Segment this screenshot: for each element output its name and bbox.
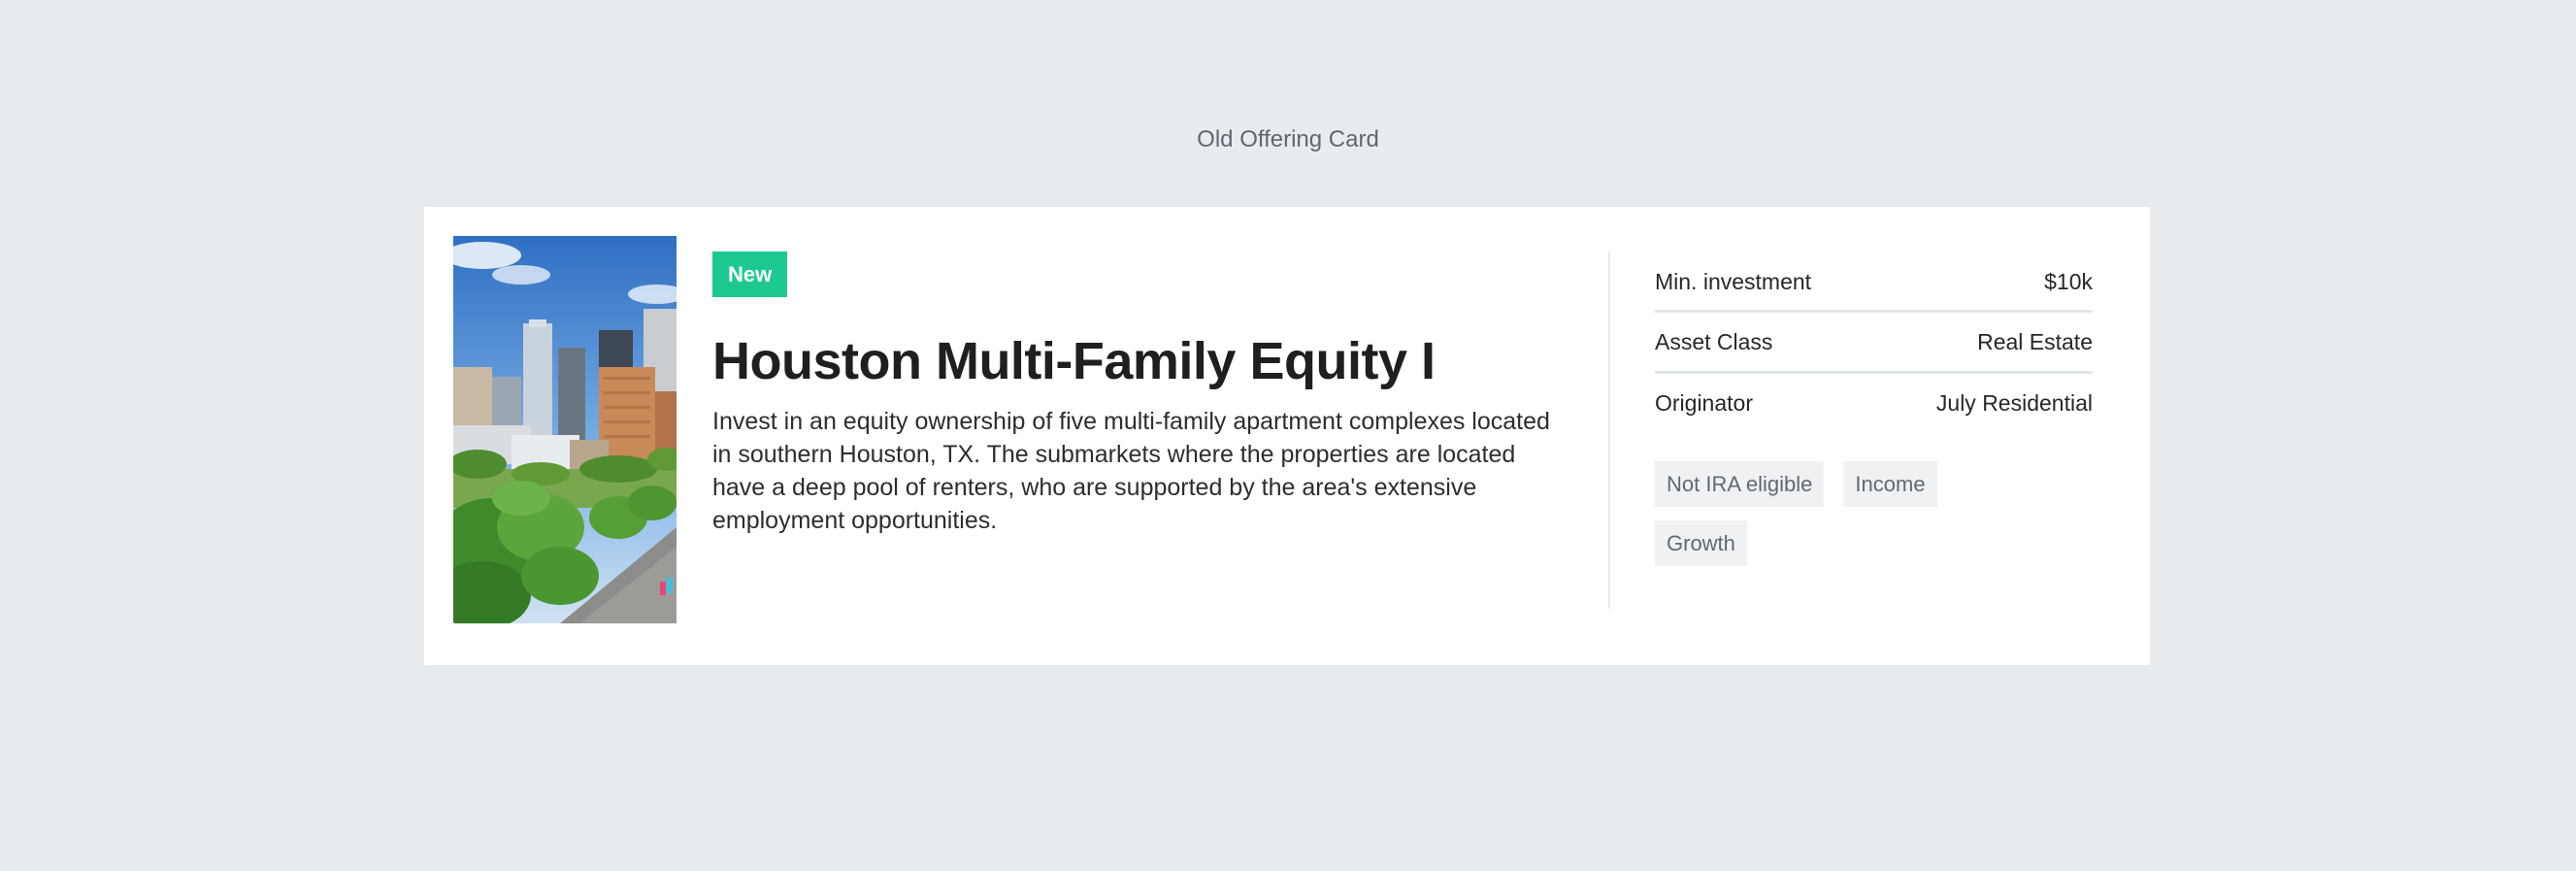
offering-main: New Houston Multi-Family Equity I Invest…	[712, 251, 1567, 537]
tag-not-ira-eligible: Not IRA eligible	[1655, 461, 1825, 507]
offering-details: Min. investment $10k Asset Class Real Es…	[1655, 269, 2093, 566]
city-skyline-photo-icon	[453, 236, 677, 623]
tag-income: Income	[1843, 461, 1937, 507]
vertical-divider	[1608, 251, 1610, 609]
detail-value: $10k	[2044, 269, 2093, 294]
detail-value: July Residential	[1935, 389, 2093, 416]
detail-label: Min. investment	[1655, 269, 1812, 294]
section-label: Old Offering Card	[1197, 126, 1379, 152]
offering-title[interactable]: Houston Multi-Family Equity I	[712, 329, 1567, 393]
detail-row-originator: Originator July Residential	[1655, 374, 2093, 432]
tag-list: Not IRA eligible Income Growth	[1655, 461, 1985, 566]
detail-value: Real Estate	[1977, 328, 2093, 354]
detail-row-asset-class: Asset Class Real Estate	[1655, 313, 2093, 371]
offering-description: Invest in an equity ownership of five mu…	[712, 408, 1550, 534]
new-badge: New	[712, 251, 788, 297]
tag-growth: Growth	[1655, 520, 1747, 566]
detail-label: Asset Class	[1655, 328, 1773, 354]
detail-label: Originator	[1655, 389, 1753, 416]
offering-image	[453, 236, 677, 623]
offering-card[interactable]: New Houston Multi-Family Equity I Invest…	[424, 207, 2150, 665]
detail-row-min-investment: Min. investment $10k	[1655, 269, 2093, 310]
